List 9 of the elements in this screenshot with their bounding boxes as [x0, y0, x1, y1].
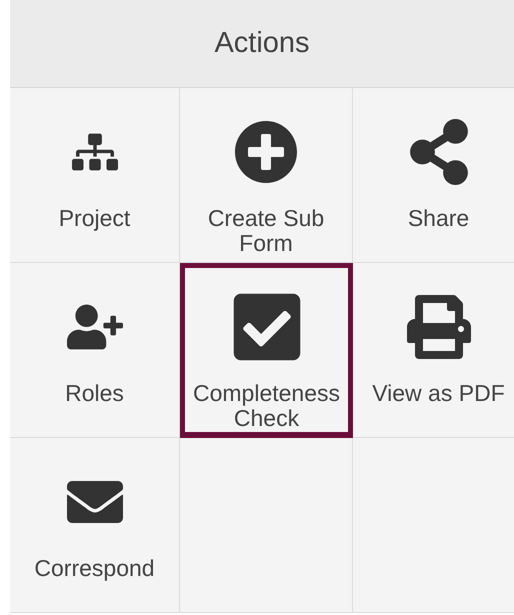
action-button[interactable]: View as PDF — [353, 263, 514, 438]
action-button[interactable]: Share — [353, 88, 514, 263]
action-button[interactable]: Project — [10, 88, 180, 263]
action-button[interactable]: Correspond — [10, 438, 180, 613]
printer-icon — [406, 295, 470, 359]
action-button[interactable]: Create Sub Form — [180, 88, 353, 263]
action-button[interactable]: Roles — [10, 263, 180, 438]
panel-header: Actions — [10, 0, 514, 88]
action-button[interactable]: Completeness Check — [180, 263, 353, 438]
